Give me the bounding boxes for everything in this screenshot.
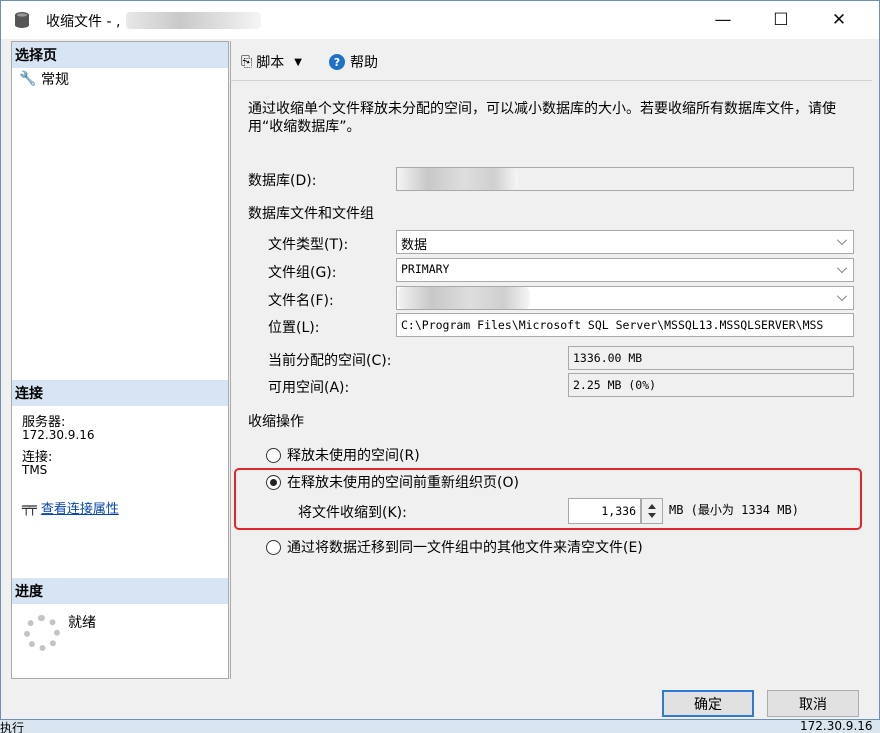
script-label: 脚本: [256, 55, 285, 71]
filegroup-value: PRIMARY: [401, 262, 450, 276]
left-pane: 选择页 🔧 常规 连接 服务器: 172.30.9.16 连接: TMS ╤╤ …: [11, 41, 229, 679]
release-unused-label: 释放未使用的空间(R): [287, 448, 420, 464]
location-label: 位置(L):: [268, 320, 320, 336]
connection-header: 连接: [12, 380, 228, 406]
file-type-label: 文件类型(T):: [268, 237, 349, 253]
page-item-label: 常规: [41, 72, 69, 88]
free-space-value: 2.25 MB (0%): [568, 373, 854, 397]
chevron-down-icon: [837, 263, 847, 273]
empty-file-radio[interactable]: [266, 539, 281, 555]
close-button[interactable]: ✕: [811, 1, 867, 39]
server-value: 172.30.9.16: [22, 428, 95, 442]
script-button[interactable]: ⎘ 脚本 ▼: [241, 52, 302, 72]
allocated-space-value: 1336.00 MB: [568, 346, 854, 370]
page-item-general[interactable]: 🔧 常规: [19, 69, 69, 89]
allocated-space-label: 当前分配的空间(C):: [268, 353, 392, 369]
highlight-annotation: [234, 468, 862, 530]
view-connection-properties[interactable]: ╤╤ 查看连接属性: [22, 498, 119, 518]
toolbar: ⎘ 脚本 ▼ ? 帮助: [230, 41, 872, 81]
progress-header: 进度: [12, 578, 228, 604]
script-icon: ⎘: [241, 54, 253, 70]
maximize-button[interactable]: ☐: [753, 1, 809, 39]
filegroup-label: 文件组(G):: [268, 265, 337, 281]
view-connection-properties-link[interactable]: 查看连接属性: [41, 498, 119, 517]
shrink-action-label: 收缩操作: [248, 414, 304, 430]
select-page-header: 选择页: [12, 42, 228, 68]
title-bar: 收缩文件 - , — ☐ ✕: [1, 1, 879, 39]
connection-info: 服务器: 172.30.9.16 连接: TMS: [22, 416, 95, 477]
redacted-title-part: [126, 12, 261, 29]
help-label: 帮助: [350, 55, 378, 71]
empty-file-label: 通过将数据迁移到同一文件组中的其他文件来清空文件(E): [287, 540, 643, 556]
help-button[interactable]: ? 帮助: [329, 52, 378, 72]
empty-file-option[interactable]: 通过将数据迁移到同一文件组中的其他文件来清空文件(E): [266, 537, 643, 557]
database-label: 数据库(D):: [248, 173, 317, 189]
chevron-down-icon[interactable]: ▼: [294, 57, 302, 68]
window-title: 收缩文件 - ,: [46, 14, 121, 30]
chevron-down-icon: [837, 235, 847, 245]
redacted-filename: [398, 287, 530, 309]
minimize-icon: —: [714, 10, 732, 30]
file-type-select[interactable]: 数据: [396, 230, 854, 254]
files-group-label: 数据库文件和文件组: [248, 206, 374, 222]
background-status-right: 172.30.9.16: [800, 719, 873, 733]
ok-button[interactable]: 确定: [662, 690, 754, 717]
filegroup-select[interactable]: PRIMARY: [396, 258, 854, 282]
maximize-icon: ☐: [773, 10, 789, 30]
free-space-label: 可用空间(A):: [268, 380, 350, 396]
minimize-button[interactable]: —: [695, 1, 751, 39]
wrench-icon: 🔧: [19, 71, 37, 87]
database-icon: [15, 12, 29, 28]
close-icon: ✕: [831, 10, 847, 30]
release-unused-radio[interactable]: [266, 447, 281, 463]
cancel-button[interactable]: 取消: [767, 690, 859, 717]
description-text: 通过收缩单个文件释放未分配的空间，可以减小数据库的大小。若要收缩所有数据库文件，…: [248, 101, 836, 135]
connection-value: TMS: [22, 463, 48, 477]
file-type-value: 数据: [401, 238, 428, 253]
background-status-strip: 执行 172.30.9.16: [0, 719, 880, 733]
chevron-down-icon: [837, 291, 847, 301]
shrink-file-dialog: 收缩文件 - , — ☐ ✕ 选择页 🔧 常规 连接 服务器: 172.30.9…: [0, 0, 880, 720]
connection-properties-icon: ╤╤: [22, 499, 37, 516]
help-icon: ?: [329, 54, 345, 70]
location-field[interactable]: C:\Program Files\Microsoft SQL Server\MS…: [396, 313, 854, 337]
progress-status: 就绪: [68, 615, 96, 631]
filename-label: 文件名(F):: [268, 293, 334, 309]
progress-spinner-icon: [24, 615, 60, 651]
release-unused-option[interactable]: 释放未使用的空间(R): [266, 445, 420, 465]
redacted-database-name: [398, 168, 518, 190]
background-status-left: 执行: [0, 721, 25, 733]
